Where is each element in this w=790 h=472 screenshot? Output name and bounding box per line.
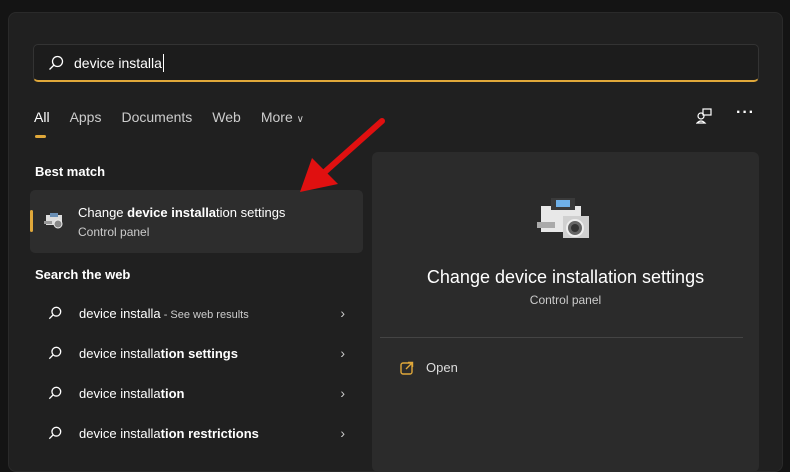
query-text: device installa — [79, 385, 161, 401]
chevron-right-icon[interactable]: › — [340, 305, 345, 321]
search-icon — [48, 346, 62, 360]
search-icon — [49, 55, 64, 70]
chevron-down-icon: ∨ — [296, 114, 304, 125]
open-external-icon — [400, 361, 414, 375]
filter-tabs: All Apps Documents Web More ∨ — [34, 109, 324, 138]
preview-pane: Change device installation settings Cont… — [372, 152, 759, 472]
search-value[interactable]: device installa — [74, 53, 164, 72]
query-text: device installa — [79, 305, 161, 321]
toolbar: ··· — [696, 104, 755, 124]
open-label: Open — [426, 360, 458, 375]
web-result-text: device installation settings — [79, 346, 238, 361]
web-result-text: device installation — [79, 386, 184, 401]
best-match-title: Change device installation settings — [78, 205, 285, 220]
tab-apps[interactable]: Apps — [70, 109, 102, 131]
query-text: device installa — [79, 345, 161, 361]
title-part: tion settings — [216, 205, 286, 220]
tab-documents[interactable]: Documents — [121, 109, 192, 131]
web-result-item[interactable]: device installation restrictions › — [30, 413, 363, 453]
query-text: device installa — [79, 425, 161, 441]
completion-text: tion — [160, 385, 185, 401]
preview-title: Change device installation settings — [426, 267, 705, 287]
best-match-subtitle: Control panel — [78, 225, 150, 239]
selection-indicator — [30, 210, 33, 232]
best-match-item[interactable]: Change device installation settings Cont… — [30, 190, 363, 253]
tab-web[interactable]: Web — [212, 109, 241, 131]
search-icon — [48, 306, 62, 320]
tab-more-label: More — [260, 109, 293, 125]
tab-all[interactable]: All — [34, 109, 50, 138]
web-result-item[interactable]: device installa - See web results › — [30, 293, 363, 333]
preview-subtitle: Control panel — [529, 293, 602, 307]
open-action[interactable]: Open — [400, 360, 458, 375]
chevron-right-icon[interactable]: › — [340, 385, 345, 401]
chevron-right-icon[interactable]: › — [340, 425, 345, 441]
tab-more[interactable]: More ∨ — [261, 109, 304, 131]
completion-text: tion restrictions — [160, 425, 259, 441]
feedback-icon[interactable] — [696, 108, 712, 124]
chevron-right-icon[interactable]: › — [340, 345, 345, 361]
search-icon — [48, 426, 62, 440]
web-results-hint: - See web results — [160, 308, 249, 321]
web-result-item[interactable]: device installation › — [30, 373, 363, 413]
web-result-text: device installation restrictions — [79, 426, 259, 441]
device-installation-icon — [44, 213, 63, 229]
completion-text: tion settings — [160, 345, 238, 361]
web-result-text: device installa - See web results — [79, 306, 249, 321]
search-input[interactable]: device installa — [33, 44, 759, 82]
divider — [380, 337, 743, 338]
title-part: Change — [78, 205, 128, 220]
title-match: device installa — [127, 205, 217, 220]
search-web-header: Search the web — [35, 267, 131, 282]
search-icon — [48, 386, 62, 400]
best-match-header: Best match — [35, 164, 106, 179]
web-result-item[interactable]: device installation settings › — [30, 333, 363, 373]
device-installation-large-icon — [537, 198, 589, 238]
more-options-icon[interactable]: ··· — [736, 104, 755, 122]
